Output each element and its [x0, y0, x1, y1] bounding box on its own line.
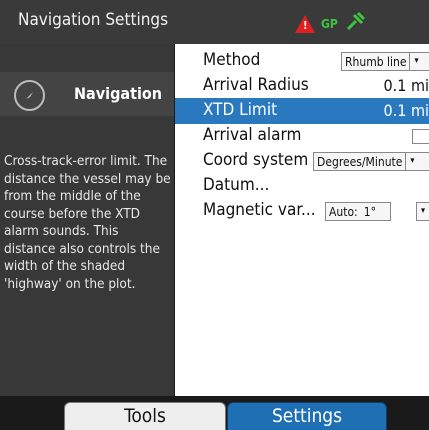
magnetic-variation-mode[interactable]: Auto: 1° — [325, 202, 391, 221]
method-dropdown[interactable]: Rhumb line ▾ — [341, 52, 429, 71]
setting-row-coord-system[interactable]: Coord system Degrees/Minute ▾ — [175, 148, 429, 174]
status-area: GP — [295, 11, 366, 38]
dropdown-value: Degrees/Minute — [317, 154, 403, 169]
magnetic-variation-dropdown[interactable]: ▾ — [416, 202, 429, 221]
help-text: Cross-track-error limit. The distance th… — [4, 153, 171, 292]
gps-status-label: GP — [321, 17, 338, 31]
setting-label: Method — [203, 50, 261, 70]
chevron-down-icon: ▾ — [409, 53, 422, 70]
setting-label: Datum... — [203, 175, 270, 195]
setting-value: 0.1 mi — [383, 76, 429, 95]
setting-row-magnetic-variation[interactable]: Magnetic var... Auto: 1° ▾ — [175, 198, 429, 224]
mode-label: Auto: — [329, 204, 358, 219]
tab-label: Settings — [271, 405, 343, 427]
setting-label: Magnetic var... — [203, 200, 316, 220]
setting-row-arrival-radius[interactable]: Arrival Radius 0.1 mi — [175, 73, 429, 99]
setting-row-xtd-limit[interactable]: XTD Limit 0.1 mi — [175, 98, 429, 124]
setting-label: Arrival Radius — [203, 75, 309, 95]
compass-icon — [14, 80, 45, 111]
coord-system-dropdown[interactable]: Degrees/Minute ▾ — [313, 152, 429, 171]
dropdown-value: Rhumb line — [345, 54, 407, 69]
setting-label: XTD Limit — [203, 100, 278, 120]
chevron-down-icon: ▾ — [420, 206, 426, 216]
tab-settings[interactable]: Settings — [227, 402, 387, 430]
setting-row-datum[interactable]: Datum... — [175, 173, 429, 199]
setting-value: 0.1 mi — [383, 101, 429, 120]
setting-label: Arrival alarm — [203, 125, 302, 145]
alarm-triangle-icon[interactable] — [295, 15, 315, 33]
arrival-alarm-checkbox[interactable] — [412, 129, 429, 144]
setting-row-arrival-alarm[interactable]: Arrival alarm — [175, 123, 429, 149]
sidebar-item-label: Navigation — [74, 84, 163, 103]
chevron-down-icon: ▾ — [405, 153, 418, 170]
variation-value: 1° — [363, 204, 376, 219]
tab-label: Tools — [124, 405, 166, 427]
satellite-icon — [344, 11, 366, 38]
setting-row-method[interactable]: Method Rhumb line ▾ — [175, 48, 429, 74]
tab-tools[interactable]: Tools — [64, 402, 226, 430]
page-title: Navigation Settings — [18, 10, 169, 30]
setting-label: Coord system — [203, 150, 309, 170]
